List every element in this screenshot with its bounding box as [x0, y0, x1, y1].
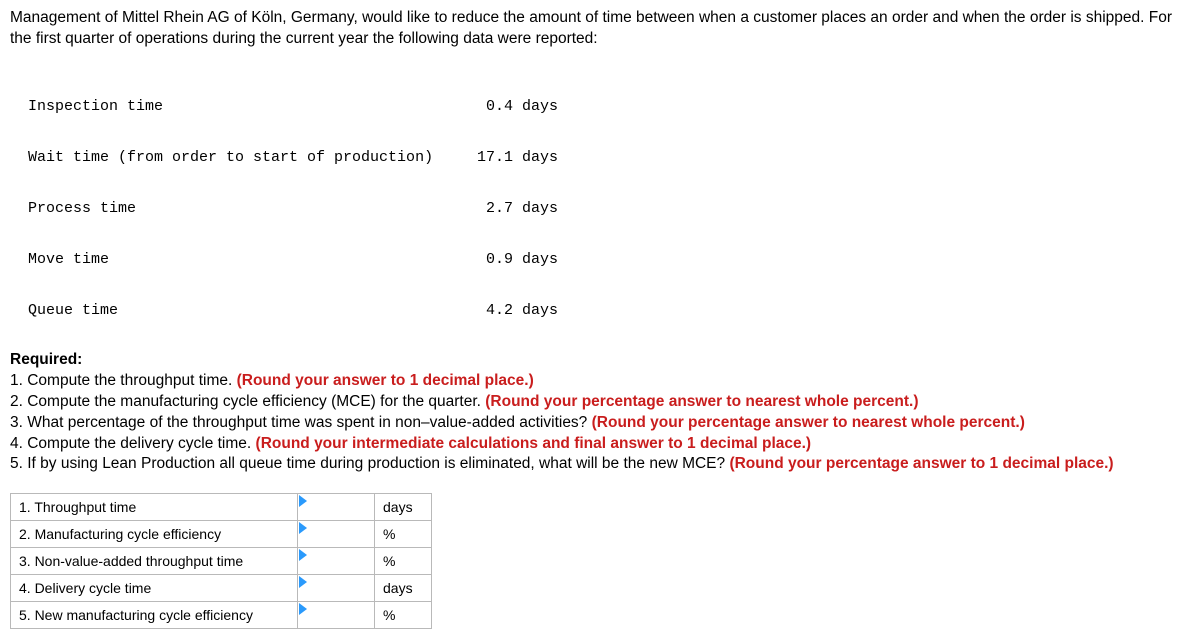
answer-unit: days: [375, 494, 432, 521]
answer-row-4: 4. Delivery cycle time days: [11, 575, 432, 602]
answer-row-3: 3. Non-value-added throughput time %: [11, 548, 432, 575]
answer-label: 1. Throughput time: [11, 494, 298, 521]
mce-input[interactable]: [306, 524, 366, 544]
answer-input-cell[interactable]: [298, 494, 375, 521]
answer-label: 2. Manufacturing cycle efficiency: [11, 521, 298, 548]
data-row: Move time0.9 days: [28, 251, 1190, 268]
input-marker-icon: [299, 576, 307, 588]
input-marker-icon: [299, 603, 307, 615]
questions-section: Required: 1. Compute the throughput time…: [10, 350, 1190, 476]
required-label: Required:: [10, 350, 1190, 371]
data-value: 17.1 days: [458, 149, 558, 166]
data-label: Inspection time: [28, 98, 458, 115]
question-2: 2. Compute the manufacturing cycle effic…: [10, 392, 1190, 413]
input-marker-icon: [299, 549, 307, 561]
answer-row-2: 2. Manufacturing cycle efficiency %: [11, 521, 432, 548]
answer-label: 4. Delivery cycle time: [11, 575, 298, 602]
nva-time-input[interactable]: [306, 551, 366, 571]
answer-unit: %: [375, 602, 432, 629]
answer-input-cell[interactable]: [298, 602, 375, 629]
data-row: Wait time (from order to start of produc…: [28, 149, 1190, 166]
data-label: Move time: [28, 251, 458, 268]
question-4: 4. Compute the delivery cycle time. (Rou…: [10, 434, 1190, 455]
hint-3: (Round your percentage answer to nearest…: [592, 414, 1025, 431]
question-1: 1. Compute the throughput time. (Round y…: [10, 371, 1190, 392]
data-label: Process time: [28, 200, 458, 217]
answer-input-cell[interactable]: [298, 521, 375, 548]
answer-row-5: 5. New manufacturing cycle efficiency %: [11, 602, 432, 629]
data-value: 2.7 days: [458, 200, 558, 217]
data-label: Wait time (from order to start of produc…: [28, 149, 458, 166]
answer-unit: days: [375, 575, 432, 602]
question-5: 5. If by using Lean Production all queue…: [10, 454, 1190, 475]
data-row: Inspection time0.4 days: [28, 98, 1190, 115]
throughput-time-input[interactable]: [306, 497, 366, 517]
input-marker-icon: [299, 495, 307, 507]
hint-2: (Round your percentage answer to nearest…: [485, 393, 918, 410]
answer-label: 3. Non-value-added throughput time: [11, 548, 298, 575]
data-label: Queue time: [28, 302, 458, 319]
data-row: Queue time4.2 days: [28, 302, 1190, 319]
data-row: Process time2.7 days: [28, 200, 1190, 217]
answer-input-cell[interactable]: [298, 548, 375, 575]
answers-table: 1. Throughput time days 2. Manufacturing…: [10, 493, 432, 629]
data-value: 4.2 days: [458, 302, 558, 319]
delivery-cycle-input[interactable]: [306, 578, 366, 598]
hint-1: (Round your answer to 1 decimal place.): [237, 372, 534, 389]
question-3: 3. What percentage of the throughput tim…: [10, 413, 1190, 434]
new-mce-input[interactable]: [306, 605, 366, 625]
intro-text: Management of Mittel Rhein AG of Köln, G…: [10, 8, 1190, 50]
answer-input-cell[interactable]: [298, 575, 375, 602]
hint-4: (Round your intermediate calculations an…: [256, 435, 812, 452]
data-value: 0.9 days: [458, 251, 558, 268]
hint-5: (Round your percentage answer to 1 decim…: [729, 455, 1113, 472]
answer-row-1: 1. Throughput time days: [11, 494, 432, 521]
input-marker-icon: [299, 522, 307, 534]
answer-unit: %: [375, 521, 432, 548]
answer-label: 5. New manufacturing cycle efficiency: [11, 602, 298, 629]
answer-unit: %: [375, 548, 432, 575]
data-table: Inspection time0.4 days Wait time (from …: [28, 64, 1190, 336]
data-value: 0.4 days: [458, 98, 558, 115]
